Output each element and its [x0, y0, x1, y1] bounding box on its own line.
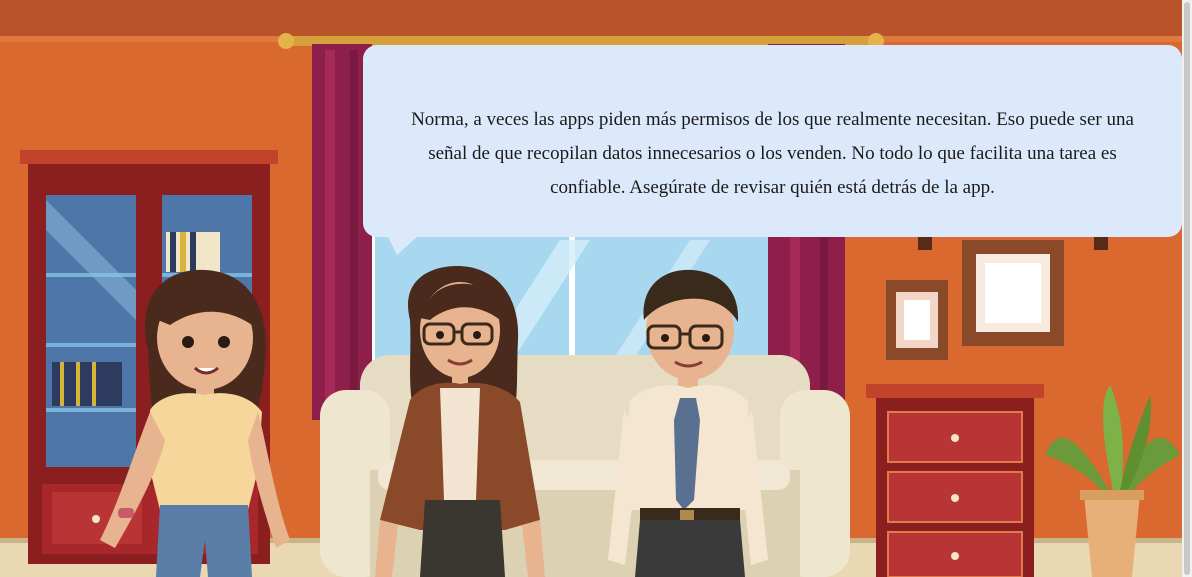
wall-frame-large	[962, 240, 1064, 346]
vertical-scrollbar[interactable]	[1182, 0, 1192, 577]
dialogue-speech-bubble[interactable]: Norma, a veces las apps piden más permis…	[363, 45, 1182, 255]
dresser	[866, 384, 1044, 577]
wall-frame-small	[886, 280, 948, 360]
speech-bubble-tail	[387, 235, 419, 255]
scrollbar-thumb[interactable]	[1184, 2, 1190, 575]
dialogue-text: Norma, a veces las apps piden más permis…	[411, 109, 1134, 198]
